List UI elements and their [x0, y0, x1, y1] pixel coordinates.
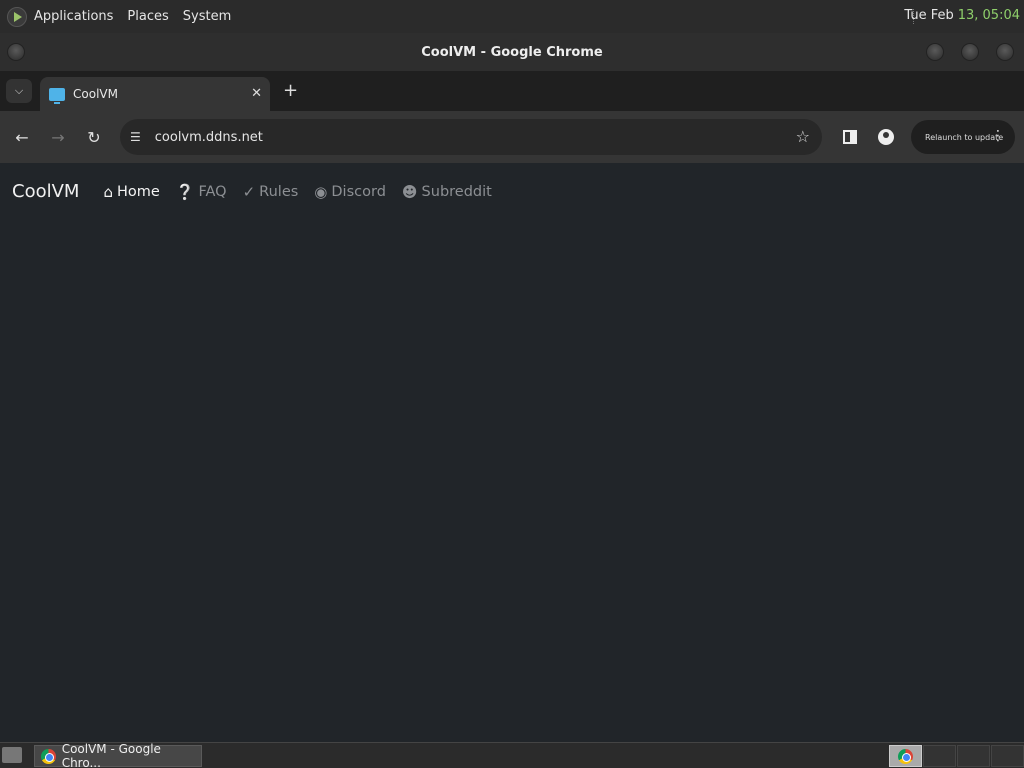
nav-rules[interactable]: ✓ Rules: [243, 183, 299, 201]
site-navbar: CoolVM ⌂ Home ❔ FAQ ✓ Rules ◉ Discord ☻ …: [12, 181, 508, 202]
tab-coolvm[interactable]: CoolVM ✕: [40, 77, 270, 111]
site-brand[interactable]: CoolVM: [12, 181, 79, 202]
close-window-button[interactable]: [996, 43, 1014, 61]
nav-faq[interactable]: ❔ FAQ: [176, 183, 227, 201]
minimize-button[interactable]: [926, 43, 944, 61]
arrow-left-icon: ←: [15, 127, 29, 147]
workspace-3[interactable]: [957, 745, 990, 767]
chrome-icon: [41, 748, 56, 764]
nav-faq-label: FAQ: [198, 183, 227, 200]
reload-button[interactable]: ↻: [82, 125, 106, 149]
clock-time: 13, 05:04: [957, 8, 1020, 23]
relaunch-to-update-button[interactable]: Relaunch to update ⋮: [911, 120, 1015, 154]
workspace-4[interactable]: [991, 745, 1024, 767]
more-vert-icon[interactable]: ⋮: [991, 129, 1005, 143]
window-title: CoolVM - Google Chrome: [421, 44, 603, 60]
applications-menu[interactable]: Applications: [34, 9, 113, 24]
reddit-icon: ☻: [401, 182, 418, 201]
url-text: coolvm.ddns.net: [154, 129, 263, 145]
discord-icon: ◉: [314, 182, 328, 201]
browser-toolbar: ← → ↻ ☰ coolvm.ddns.net ☆ Relaunch to up…: [0, 111, 1024, 163]
home-icon: ⌂: [103, 182, 113, 201]
bookmark-star-icon[interactable]: ☆: [796, 127, 810, 146]
profile-button[interactable]: [875, 126, 897, 148]
system-menu[interactable]: System: [183, 9, 231, 24]
tab-close-button[interactable]: ✕: [251, 86, 262, 101]
workspace-2[interactable]: [923, 745, 956, 767]
nav-rules-label: Rules: [259, 183, 299, 200]
question-circle-icon: ❔: [175, 182, 195, 201]
clipboard-check-icon: ✓: [242, 182, 256, 201]
new-tab-button[interactable]: +: [283, 80, 298, 101]
site-settings-icon[interactable]: ☰: [130, 130, 141, 144]
distro-logo-icon[interactable]: [7, 6, 27, 27]
profile-icon: [878, 129, 894, 145]
places-menu[interactable]: Places: [127, 9, 168, 24]
nav-home-label: Home: [116, 183, 160, 200]
chevron-down-icon: ⌵: [14, 84, 24, 97]
taskbar-item-chrome[interactable]: CoolVM - Google Chro...: [34, 742, 202, 768]
side-panel-button[interactable]: [839, 126, 861, 148]
arrow-right-icon: →: [51, 127, 65, 147]
maximize-button[interactable]: [961, 43, 979, 61]
forward-button[interactable]: →: [46, 125, 70, 149]
nav-subreddit[interactable]: ☻ Subreddit: [402, 183, 492, 201]
nav-home[interactable]: ⌂ Home: [103, 183, 159, 201]
workspace-1[interactable]: [889, 745, 922, 767]
tab-search-button[interactable]: ⌵: [6, 79, 32, 103]
show-desktop-icon[interactable]: [2, 747, 22, 763]
tab-title: CoolVM: [73, 87, 118, 101]
address-bar[interactable]: ☰ coolvm.ddns.net ☆: [120, 119, 822, 155]
reload-icon: ↻: [87, 127, 101, 147]
window-menu-button[interactable]: [7, 43, 25, 61]
chrome-mini-icon: [898, 748, 913, 764]
page-content: CoolVM ⌂ Home ❔ FAQ ✓ Rules ◉ Discord ☻ …: [0, 163, 1024, 742]
nav-discord[interactable]: ◉ Discord: [314, 183, 386, 201]
clock-date: Tue Feb: [904, 8, 954, 23]
window-titlebar[interactable]: CoolVM - Google Chrome: [0, 33, 1024, 71]
tab-strip: ⌵ CoolVM ✕ +: [0, 71, 1024, 111]
back-button[interactable]: ←: [10, 125, 34, 149]
bottom-taskbar: CoolVM - Google Chro...: [0, 742, 1024, 768]
top-system-panel: Applications Places System Tue Feb 13, 0…: [0, 0, 1024, 33]
nav-subreddit-label: Subreddit: [421, 183, 492, 200]
side-panel-icon: [843, 130, 857, 144]
nav-discord-label: Discord: [331, 183, 386, 200]
monitor-favicon-icon: [49, 87, 65, 104]
clock[interactable]: Tue Feb 13, 05:04: [904, 8, 1020, 23]
taskbar-item-label: CoolVM - Google Chro...: [61, 742, 161, 768]
